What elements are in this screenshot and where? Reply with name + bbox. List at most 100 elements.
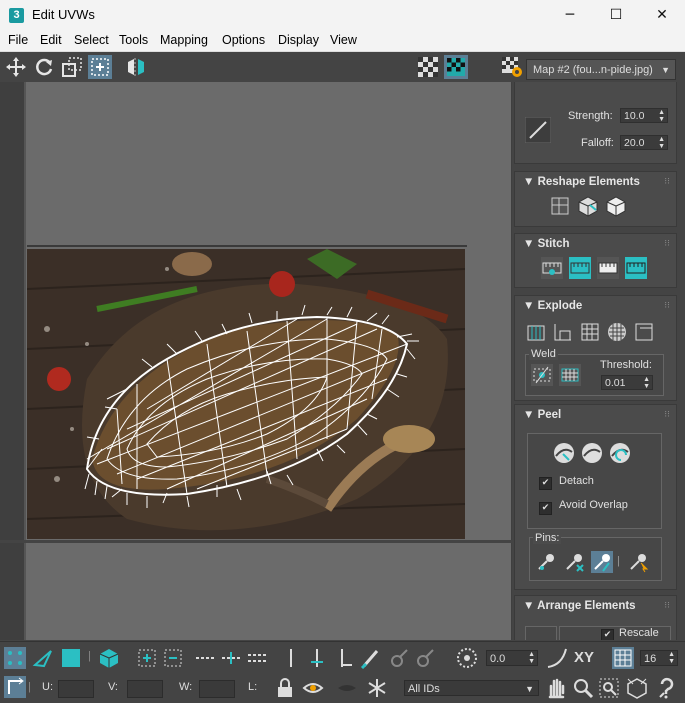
menu-options[interactable]: Options	[222, 33, 265, 47]
stitch-custom-icon[interactable]	[541, 257, 563, 279]
select-pins-icon[interactable]	[627, 551, 649, 573]
peel-mode-icon[interactable]	[581, 442, 603, 464]
falloff-spinner[interactable]: 20.0 ▲ ▼	[620, 135, 668, 150]
reshape-elements-title[interactable]: ▼ Reshape Elements	[523, 176, 640, 188]
rotate-icon[interactable]	[32, 55, 56, 79]
grow-selection-icon[interactable]	[136, 647, 158, 669]
zoom-region-icon[interactable]	[598, 677, 620, 699]
window-title: Edit UVWs	[32, 7, 95, 22]
reshape-box-icon[interactable]	[605, 195, 627, 217]
menu-select[interactable]: Select	[74, 33, 109, 47]
menu-tools[interactable]: Tools	[119, 33, 148, 47]
quick-peel-icon[interactable]	[553, 442, 575, 464]
flatten-icon[interactable]	[606, 321, 628, 343]
paint-brush-icon[interactable]	[525, 117, 551, 143]
menu-view[interactable]: View	[330, 33, 357, 47]
ring-shrink-icon[interactable]	[334, 647, 356, 669]
texture-settings-icon[interactable]	[500, 55, 524, 79]
menu-edit[interactable]: Edit	[40, 33, 62, 47]
weld-selected-icon[interactable]	[531, 364, 553, 386]
falloff-curve-icon[interactable]	[546, 647, 568, 669]
detach-checkbox[interactable]: ✔	[539, 477, 552, 490]
element-mode-icon[interactable]	[98, 647, 120, 669]
pan-hand-icon[interactable]	[545, 677, 567, 699]
snap-grid-icon[interactable]	[612, 647, 634, 669]
loop-shrink-icon[interactable]	[246, 647, 268, 669]
loop-icon[interactable]	[194, 647, 216, 669]
move-icon[interactable]	[4, 55, 28, 79]
u-field[interactable]	[58, 680, 94, 698]
mirror-icon[interactable]	[124, 55, 148, 79]
grid-size-spinner[interactable]: 16 ▲ ▼	[640, 650, 678, 666]
shrink-selection-icon[interactable]	[162, 647, 184, 669]
hide-icon[interactable]	[302, 677, 324, 699]
zoom-extents-icon[interactable]	[626, 677, 648, 699]
menu-file[interactable]: File	[8, 33, 28, 47]
vertex-mode-icon[interactable]	[4, 647, 26, 669]
weld-target-icon[interactable]	[559, 364, 581, 386]
break-icon[interactable]	[633, 321, 655, 343]
strength-spinner[interactable]: 10.0 ▲ ▼	[620, 108, 668, 123]
drag-handle-icon[interactable]: ⁝⁝	[664, 601, 670, 611]
title-bar: 3 Edit UVWs ─ ☐ ✕	[0, 0, 685, 31]
map-select[interactable]: Map #2 (fou...n-pide.jpg) ▼	[526, 59, 676, 80]
threshold-spinner[interactable]: 0.01 ▲ ▼	[601, 375, 653, 390]
stitch-title[interactable]: ▼ Stitch	[523, 238, 570, 250]
freeform-icon[interactable]	[88, 55, 112, 79]
relax-icon[interactable]	[577, 195, 599, 217]
lock-icon[interactable]	[274, 677, 296, 699]
break-by-smoothing-icon[interactable]	[552, 321, 574, 343]
drag-handle-icon[interactable]: ⁝⁝	[664, 410, 670, 420]
stitch-average-icon[interactable]	[597, 257, 619, 279]
auto-pin-icon[interactable]	[591, 551, 613, 573]
explode-title[interactable]: ▼ Explode	[523, 300, 582, 312]
pin-icon[interactable]	[535, 551, 557, 573]
xy-space-toggle[interactable]: XY	[574, 649, 594, 666]
unpin-icon[interactable]	[563, 551, 585, 573]
polygon-mode-icon[interactable]	[60, 647, 82, 669]
break-by-material-icon[interactable]	[579, 321, 601, 343]
paint-shrink-icon[interactable]	[414, 647, 436, 669]
reset-peel-icon[interactable]	[609, 442, 631, 464]
w-label: W:	[179, 681, 193, 693]
menu-mapping[interactable]: Mapping	[160, 33, 208, 47]
chevron-down-icon: ▼	[661, 65, 670, 75]
edge-mode-icon[interactable]	[32, 647, 54, 669]
material-id-select[interactable]: All IDs ▼	[404, 680, 539, 696]
break-by-polygon-icon[interactable]	[525, 321, 547, 343]
paint-select-icon[interactable]	[360, 647, 382, 669]
help-icon[interactable]	[656, 677, 678, 699]
maximize-button[interactable]: ☐	[593, 0, 639, 31]
rescale-checkbox[interactable]: ✔	[601, 629, 614, 640]
v-field[interactable]	[127, 680, 163, 698]
w-field[interactable]	[199, 680, 235, 698]
peel-title[interactable]: ▼ Peel	[523, 409, 561, 421]
unhide-icon[interactable]	[336, 677, 358, 699]
drag-handle-icon[interactable]: ⁝⁝	[664, 301, 670, 311]
avoid-overlap-label: Avoid Overlap	[559, 499, 628, 511]
menu-display[interactable]: Display	[278, 33, 319, 47]
show-map-icon[interactable]	[444, 55, 468, 79]
soft-selection-icon[interactable]	[456, 647, 478, 669]
arrange-elements-title[interactable]: ▼ Arrange Elements	[523, 600, 636, 612]
loop-grow-icon[interactable]	[220, 647, 242, 669]
texture-image	[27, 249, 465, 539]
straighten-icon[interactable]	[549, 195, 571, 217]
scale-icon[interactable]	[60, 55, 84, 79]
close-button[interactable]: ✕	[639, 0, 685, 31]
minimize-button[interactable]: ─	[547, 0, 593, 31]
falloff-spinner-bottom[interactable]: 0.0 ▲ ▼	[486, 650, 538, 666]
spinner-arrows-icon: ▲ ▼	[658, 109, 665, 123]
avoid-overlap-checkbox[interactable]: ✔	[539, 502, 552, 515]
stitch-to-target-icon[interactable]	[625, 257, 647, 279]
stitch-to-source-icon[interactable]	[569, 257, 591, 279]
ring-icon[interactable]	[280, 647, 302, 669]
ring-grow-icon[interactable]	[306, 647, 328, 669]
absolute-offset-icon[interactable]	[4, 676, 26, 698]
zoom-icon[interactable]	[572, 677, 594, 699]
paint-grow-icon[interactable]	[388, 647, 410, 669]
drag-handle-icon[interactable]: ⁝⁝	[664, 177, 670, 187]
checker-icon[interactable]	[416, 55, 440, 79]
drag-handle-icon[interactable]: ⁝⁝	[664, 239, 670, 249]
freeze-icon[interactable]	[366, 677, 388, 699]
